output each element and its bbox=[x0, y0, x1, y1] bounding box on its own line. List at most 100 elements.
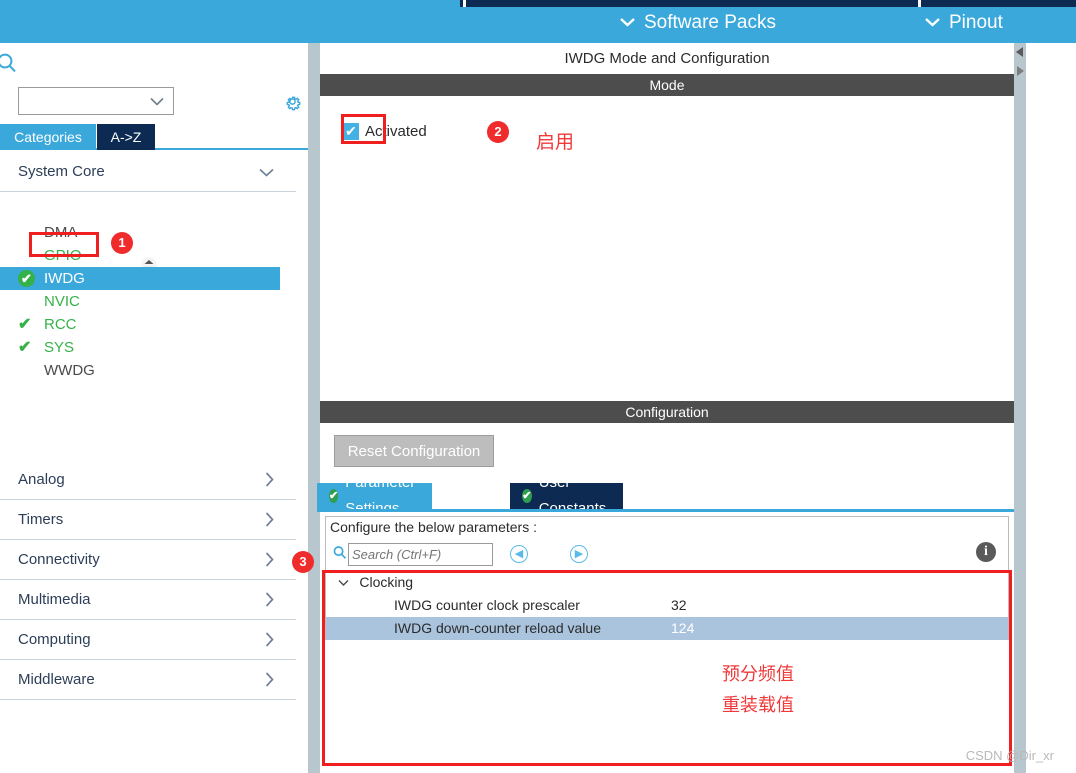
sidebar-group-timers[interactable]: Timers bbox=[0, 500, 296, 540]
sidebar-item-gpio[interactable]: GPIO bbox=[0, 244, 296, 267]
chevron-down-icon bbox=[150, 93, 164, 109]
tab-user-constants-label: User Constants bbox=[538, 474, 607, 517]
sidebar-group-analog-label: Analog bbox=[18, 471, 65, 488]
search-input[interactable] bbox=[348, 543, 493, 566]
check-icon: ✔ bbox=[18, 316, 32, 333]
sidebar-item-nvic[interactable]: NVIC bbox=[0, 290, 296, 313]
sidebar-item-rcc[interactable]: ✔ RCC bbox=[0, 313, 296, 336]
table-row[interactable]: IWDG down-counter reload value 124 bbox=[326, 617, 1008, 640]
tab-a-to-z[interactable]: A->Z bbox=[97, 124, 155, 150]
mode-section-header: Mode bbox=[320, 74, 1014, 96]
annotation-text-enable: 启用 bbox=[536, 131, 575, 153]
watermark: CSDN @Dir_xr bbox=[965, 748, 1054, 763]
sidebar-group-connectivity-label: Connectivity bbox=[18, 551, 100, 568]
chevron-right-icon bbox=[265, 672, 274, 691]
parameter-settings-area: Configure the below parameters : ◀ ▶ i bbox=[325, 516, 1009, 640]
main-panel-splitter[interactable] bbox=[1014, 43, 1026, 773]
parameter-name: IWDG down-counter reload value bbox=[394, 620, 601, 636]
parameter-name: IWDG counter clock prescaler bbox=[394, 597, 580, 613]
parameter-value[interactable]: 32 bbox=[671, 594, 687, 617]
table-row[interactable]: IWDG counter clock prescaler 32 bbox=[326, 594, 1008, 617]
sidebar-tabs: Categories A->Z bbox=[0, 124, 308, 150]
activated-checkbox-row[interactable]: Activated bbox=[342, 122, 427, 140]
mode-section-body: Activated bbox=[320, 96, 1014, 401]
sidebar-item-dma[interactable]: DMA bbox=[0, 221, 296, 244]
sidebar-group-computing[interactable]: Computing bbox=[0, 620, 296, 660]
tab-categories[interactable]: Categories bbox=[0, 124, 96, 150]
parameter-tree: Clocking IWDG counter clock prescaler 32… bbox=[325, 571, 1009, 640]
sidebar-item-iwdg[interactable]: ✔ IWDG bbox=[0, 267, 280, 290]
chevron-down-icon bbox=[620, 15, 635, 30]
chevron-down-icon bbox=[259, 164, 274, 181]
sidebar-item-sys[interactable]: ✔ SYS bbox=[0, 336, 296, 359]
sidebar-item-wwdg[interactable]: WWDG bbox=[0, 359, 296, 382]
sidebar-item-nvic-label: NVIC bbox=[44, 293, 80, 310]
search-icon[interactable] bbox=[0, 51, 18, 75]
collapse-left-icon[interactable] bbox=[1014, 46, 1026, 58]
chevron-right-icon bbox=[265, 632, 274, 651]
menu-pinout-label: Pinout bbox=[949, 12, 1003, 33]
sidebar-group-computing-label: Computing bbox=[18, 631, 91, 648]
component-tree: System Core DMA GPIO ✔ IWDG NVIC ✔ RCC ✔… bbox=[0, 152, 296, 700]
collapse-right-icon[interactable] bbox=[1014, 65, 1026, 77]
sidebar-item-dma-label: DMA bbox=[44, 224, 78, 241]
annotation-badge-2: 2 bbox=[487, 121, 509, 143]
sidebar-group-middleware[interactable]: Middleware bbox=[0, 660, 296, 700]
configuration-section-header: Configuration bbox=[320, 401, 1014, 423]
chevron-right-icon bbox=[265, 472, 274, 491]
sidebar-group-multimedia[interactable]: Multimedia bbox=[0, 580, 296, 620]
chevron-right-icon bbox=[265, 552, 274, 571]
chevron-down-icon bbox=[338, 576, 352, 590]
tab-categories-label: Categories bbox=[14, 129, 82, 145]
navy-strip-divider bbox=[918, 0, 921, 7]
sidebar-item-rcc-label: RCC bbox=[44, 316, 77, 333]
tab-user-constants[interactable]: ✔ User Constants bbox=[510, 474, 623, 517]
chevron-right-icon bbox=[265, 592, 274, 611]
sidebar-group-middleware-label: Middleware bbox=[18, 671, 95, 688]
sidebar-group-analog[interactable]: Analog bbox=[0, 460, 296, 500]
activated-checkbox-label: Activated bbox=[365, 123, 427, 140]
parameter-search-row: ◀ ▶ i bbox=[325, 537, 1009, 571]
parameter-group-clocking[interactable]: Clocking bbox=[326, 571, 1008, 594]
menu-pinout[interactable]: Pinout bbox=[925, 8, 1003, 38]
top-navy-strip bbox=[460, 0, 1076, 7]
reset-configuration-button[interactable]: Reset Configuration bbox=[334, 435, 494, 467]
parameter-value[interactable]: 124 bbox=[671, 617, 694, 640]
check-icon: ✔ bbox=[18, 270, 35, 287]
annotation-badge-1: 1 bbox=[111, 232, 133, 254]
sidebar-group-system-core[interactable]: System Core bbox=[0, 152, 296, 192]
gear-icon[interactable] bbox=[282, 91, 303, 112]
circle-right-arrow-icon[interactable]: ▶ bbox=[570, 545, 588, 563]
annotation-text-prescaler: 预分频值 bbox=[722, 664, 794, 685]
sidebar-item-wwdg-label: WWDG bbox=[44, 362, 95, 379]
tab-a-to-z-label: A->Z bbox=[110, 129, 142, 145]
search-icon[interactable] bbox=[332, 545, 347, 565]
chevron-right-icon bbox=[265, 512, 274, 531]
chevron-down-icon bbox=[925, 15, 940, 30]
application-window: Software Packs Pinout Categories A->Z Sy… bbox=[0, 0, 1076, 773]
parameter-group-clocking-label: Clocking bbox=[359, 574, 414, 590]
tab-parameter-settings[interactable]: ✔ Parameter Settings bbox=[317, 474, 433, 517]
check-circle-icon: ✔ bbox=[522, 489, 532, 503]
check-circle-icon: ✔ bbox=[329, 489, 339, 503]
activated-checkbox[interactable] bbox=[342, 122, 359, 140]
sidebar-group-connectivity[interactable]: Connectivity bbox=[0, 540, 296, 580]
menu-software-packs-label: Software Packs bbox=[644, 12, 776, 33]
page-title: IWDG Mode and Configuration bbox=[320, 43, 1014, 74]
sidebar-item-gpio-label: GPIO bbox=[44, 247, 82, 264]
sidebar-item-iwdg-label: IWDG bbox=[44, 270, 85, 287]
sidebar-group-multimedia-label: Multimedia bbox=[18, 591, 91, 608]
sidebar-item-sys-label: SYS bbox=[44, 339, 75, 356]
info-icon[interactable]: i bbox=[976, 542, 996, 562]
sidebar-splitter[interactable] bbox=[308, 43, 320, 773]
main-configuration-panel: IWDG Mode and Configuration Mode Activat… bbox=[317, 43, 1014, 773]
sidebar-group-timers-label: Timers bbox=[18, 511, 64, 528]
sidebar-group-system-core-label: System Core bbox=[18, 163, 105, 180]
system-core-item-list: DMA GPIO ✔ IWDG NVIC ✔ RCC ✔ SYS WWDG bbox=[0, 221, 296, 382]
menu-software-packs[interactable]: Software Packs bbox=[620, 8, 776, 38]
check-icon: ✔ bbox=[18, 339, 32, 356]
circle-left-arrow-icon[interactable]: ◀ bbox=[510, 545, 528, 563]
configuration-tabs-underline bbox=[317, 509, 1014, 512]
component-search-combobox[interactable] bbox=[18, 87, 174, 115]
sidebar-search-row bbox=[0, 43, 308, 82]
